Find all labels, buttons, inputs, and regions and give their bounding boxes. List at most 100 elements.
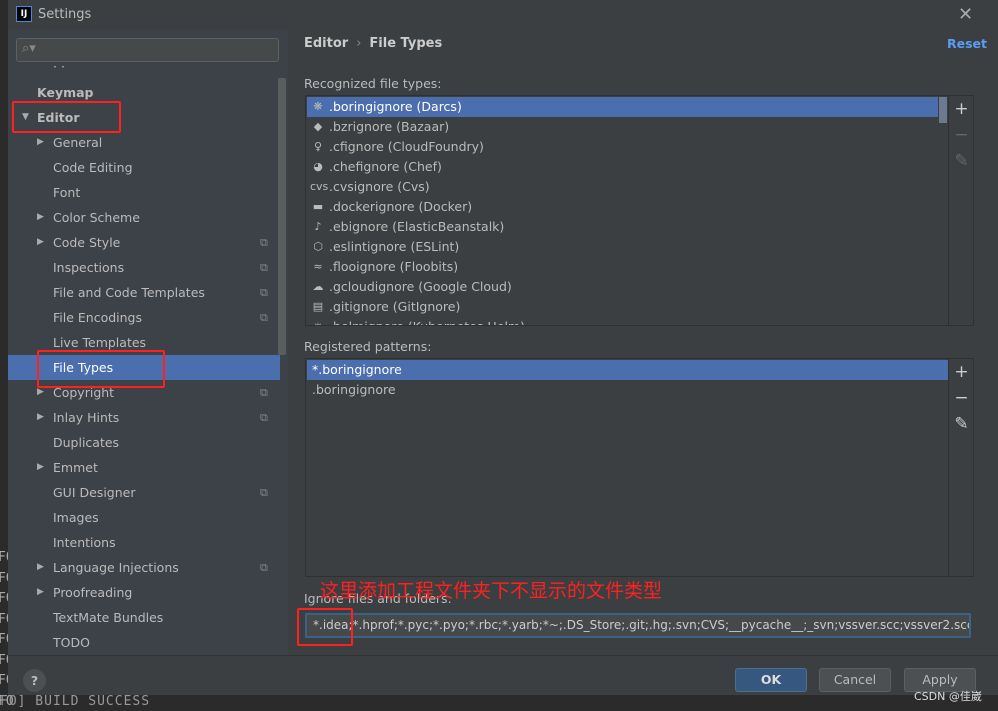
sidebar-item[interactable]: File and Code Templates ⧉ [8,280,280,305]
helm-icon: ⎈ [310,317,326,325]
project-level-icon: ⧉ [260,236,268,249]
file-type-row[interactable]: ◕ .chefignore (Chef) [307,157,938,177]
remove-pattern-button[interactable]: − [949,385,974,411]
google-cloud-icon: ☁ [312,280,324,293]
add-file-type-button[interactable]: + [949,96,973,122]
file-type-row[interactable]: ▤ .gitignore (GitIgnore) [307,297,938,317]
add-pattern-button[interactable]: + [949,359,974,385]
file-type-row[interactable]: ◆ .bzrignore (Bazaar) [307,117,938,137]
sidebar-item[interactable]: Images [8,505,280,530]
sidebar-item-label: File and Code Templates [53,285,205,300]
sidebar-scrollbar[interactable] [278,78,286,355]
window-title: Settings [38,7,92,22]
ok-button[interactable]: OK [735,668,807,692]
intellij-logo-icon: IJ [16,6,32,22]
recognized-file-types-list: ❋ .boringignore (Darcs) ◆ .bzrignore (Bazaa… [305,95,974,326]
breadcrumb: Editor › File Types [304,36,442,51]
sidebar-item-label: General [53,135,103,150]
project-level-icon: ⧉ [260,311,268,324]
sidebar-item[interactable]: Font [8,180,280,205]
sidebar-item-label: Code Style [53,235,121,250]
sidebar-item-label: File Encodings [53,310,143,325]
file-type-row[interactable]: ♀ .cfignore (CloudFoundry) [307,137,938,157]
project-level-icon: ⧉ [260,561,268,574]
file-type-row[interactable]: cvs .cvsignore (Cvs) [307,177,938,197]
collapsed-arrow-icon[interactable]: ▶ [37,205,44,230]
reset-link[interactable]: Reset [947,36,987,51]
collapsed-arrow-icon[interactable]: ▶ [37,130,44,155]
breadcrumb-current: File Types [369,36,443,51]
breadcrumb-separator: › [356,36,362,51]
collapsed-arrow-icon[interactable]: ▶ [37,455,44,480]
file-type-name: .boringignore (Darcs) [329,99,462,114]
sidebar-item[interactable]: ▶ Proofreading [8,580,280,605]
sidebar-item[interactable]: TextMate Bundles [8,605,280,630]
sidebar-item-label: · · [53,59,65,74]
project-level-icon: ⧉ [260,261,268,274]
file-type-row[interactable]: ⬡ .eslintignore (ESLint) [307,237,938,257]
close-icon[interactable]: ✕ [958,4,973,25]
file-type-name: .dockerignore (Docker) [329,199,473,214]
sidebar-item[interactable]: ▶ Code Style ⧉ [8,230,280,255]
file-type-row[interactable]: ❋ .boringignore (Darcs) [307,97,938,117]
bazaar-icon: ◆ [313,120,323,133]
sidebar-item-label: GUI Designer [53,485,136,500]
sidebar-item[interactable]: ▶ Inlay Hints ⧉ [8,405,280,430]
sidebar-item[interactable]: Code Editing [8,155,280,180]
annotation-text: 这里添加工程文件夹下不显示的文件类型 [320,580,663,602]
sidebar-item[interactable]: ▶ Color Scheme [8,205,280,230]
sidebar-item-label: Inspections [53,260,125,275]
registered-patterns-list: *.boringignore .boringignore + − ✎ [305,358,974,577]
collapsed-arrow-icon[interactable]: ▶ [37,580,44,605]
file-type-name: .helmignore (Kubernetes Helm) [329,319,525,325]
watermark: CSDN @佳崴 [914,690,982,703]
ignore-files-input[interactable]: *.idea;*.hprof;*.pyc;*.pyo;*.rbc;*.yarb;… [305,613,971,638]
sidebar-item[interactable]: ▶ Emmet [8,455,280,480]
sidebar-item[interactable]: File Encodings ⧉ [8,305,280,330]
sidebar-item[interactable]: Intentions [8,530,280,555]
sidebar-item[interactable]: TODO [8,630,280,655]
collapsed-arrow-icon[interactable]: ▶ [37,555,44,580]
file-type-name: .cvsignore (Cvs) [329,179,430,194]
collapsed-arrow-icon[interactable]: ▶ [37,405,44,430]
file-type-name: .chefignore (Chef) [329,159,442,174]
breadcrumb-parent[interactable]: Editor [304,36,348,51]
sidebar-item[interactable]: ▶ General [8,130,280,155]
file-type-name: .gitignore (GitIgnore) [329,299,461,314]
project-level-icon: ⧉ [260,486,268,499]
console-build-line: FO] BUILD SUCCESS [0,694,151,709]
project-level-icon: ⧉ [260,286,268,299]
file-type-row[interactable]: ⎈.helmignore (Kubernetes Helm) [307,317,938,325]
remove-file-type-button[interactable]: − [949,122,973,148]
sidebar-item-label: Duplicates [53,435,120,450]
patterns-toolbar: + − ✎ [948,359,974,576]
file-types-toolbar: + − ✎ [948,96,973,325]
file-type-row[interactable]: ♪ .ebignore (ElasticBeanstalk) [307,217,938,237]
file-type-row[interactable]: ▬ .dockerignore (Docker) [307,197,938,217]
project-level-icon: ⧉ [260,386,268,399]
file-types-scrollbar[interactable] [939,97,947,123]
sidebar-item[interactable]: Inspections ⧉ [8,255,280,280]
cvs-icon: cvs [310,180,329,193]
recognized-file-types-label: Recognized file types: [304,76,442,91]
pattern-row[interactable]: *.boringignore [307,360,948,380]
project-level-icon: ⧉ [260,411,268,424]
edit-file-type-button[interactable]: ✎ [949,148,973,174]
beanstalk-icon: ♪ [314,220,322,233]
collapsed-arrow-icon[interactable]: ▶ [37,230,44,255]
file-type-name: .flooignore (Floobits) [329,259,459,274]
sidebar-item-label: Emmet [53,460,98,475]
file-type-row[interactable]: ≈ .flooignore (Floobits) [307,257,938,277]
sidebar-item-label: Intentions [53,535,116,550]
sidebar-item-label: Font [53,185,81,200]
sidebar-item[interactable]: · · [8,60,280,74]
sidebar-item[interactable]: GUI Designer ⧉ [8,480,280,505]
edit-pattern-button[interactable]: ✎ [949,411,974,437]
annotation-box-file-types [37,350,165,388]
cancel-button[interactable]: Cancel [819,668,891,692]
help-button[interactable]: ? [23,669,46,692]
pattern-row[interactable]: .boringignore [307,380,948,400]
sidebar-item[interactable]: Duplicates [8,430,280,455]
sidebar-item[interactable]: ▶ Language Injections ⧉ [8,555,280,580]
file-type-row[interactable]: ☁ .gcloudignore (Google Cloud) [307,277,938,297]
